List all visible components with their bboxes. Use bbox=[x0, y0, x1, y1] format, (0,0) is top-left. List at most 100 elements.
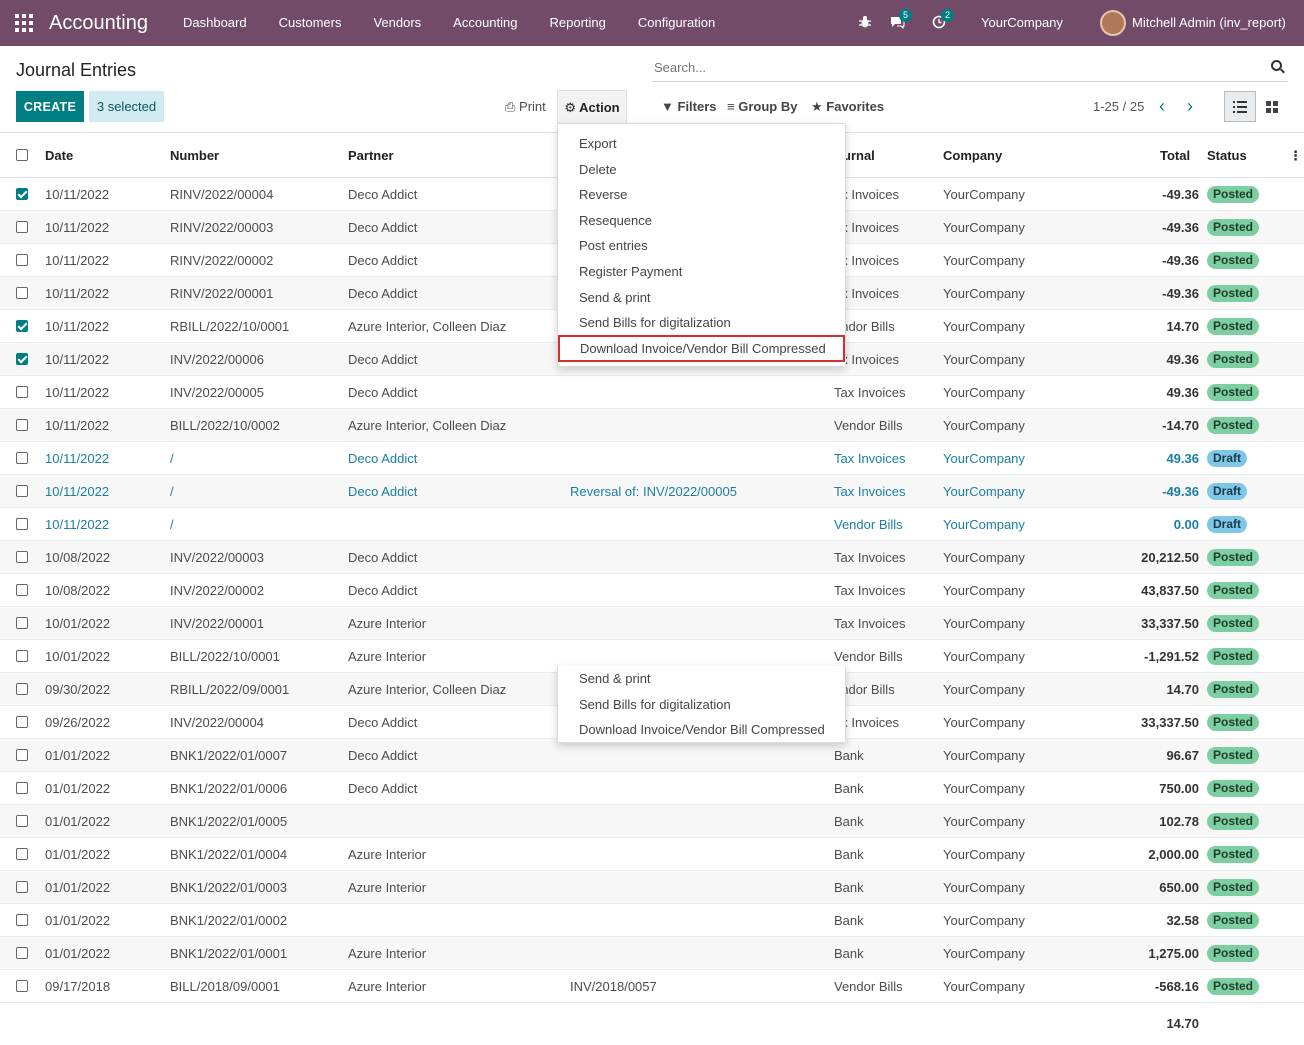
row-checkbox[interactable] bbox=[16, 452, 28, 464]
col-partner[interactable]: Partner bbox=[348, 133, 394, 179]
table-row[interactable]: 10/11/2022 INV/2022/00005 Deco Addict Tax I… bbox=[0, 376, 1304, 409]
search-input[interactable] bbox=[652, 54, 1252, 80]
row-checkbox[interactable] bbox=[16, 551, 28, 563]
search-icon[interactable] bbox=[1271, 60, 1282, 71]
menu-item-reverse[interactable]: Reverse bbox=[558, 182, 845, 208]
user-avatar[interactable] bbox=[1100, 10, 1126, 36]
app-brand[interactable]: Accounting bbox=[49, 10, 148, 36]
row-checkbox[interactable] bbox=[16, 617, 28, 629]
menu-dashboard[interactable]: Dashboard bbox=[167, 0, 263, 46]
row-checkbox[interactable] bbox=[16, 947, 28, 959]
menu-item-send-print[interactable]: Send & print bbox=[558, 285, 845, 311]
table-row[interactable]: 01/01/2022 BNK1/2022/01/0003 Azure Interio… bbox=[0, 871, 1304, 904]
cell-partner: Deco Addict bbox=[348, 451, 418, 466]
col-company[interactable]: Company bbox=[943, 133, 1002, 179]
row-checkbox[interactable] bbox=[16, 320, 28, 332]
menu-item-send-bills[interactable]: Send Bills for digitalization bbox=[558, 310, 845, 336]
cell-date: 10/08/2022 bbox=[45, 583, 111, 598]
menu-item-register-payment[interactable]: Register Payment bbox=[558, 259, 845, 285]
activity-clock-icon[interactable]: 2 bbox=[932, 9, 954, 31]
table-row[interactable]: 01/01/2022 BNK1/2022/01/0001 Azure Interio… bbox=[0, 937, 1304, 970]
menu-item-export[interactable]: Export bbox=[558, 131, 845, 157]
row-checkbox[interactable] bbox=[16, 914, 28, 926]
cell-number: INV/2022/00002 bbox=[170, 583, 264, 598]
row-checkbox[interactable] bbox=[16, 254, 28, 266]
chat-icon[interactable]: 5 bbox=[890, 9, 912, 31]
col-number[interactable]: Number bbox=[170, 133, 219, 179]
filters-button[interactable]: ▼ Filters bbox=[661, 91, 717, 122]
row-checkbox[interactable] bbox=[16, 683, 28, 695]
menu-vendors[interactable]: Vendors bbox=[357, 0, 437, 46]
cell-number: INV/2022/00001 bbox=[170, 616, 264, 631]
cell-journal: Vendor Bills bbox=[834, 979, 903, 994]
chevron-right-icon[interactable]: › bbox=[1187, 91, 1193, 122]
row-checkbox[interactable] bbox=[16, 584, 28, 596]
table-row[interactable]: 10/08/2022 INV/2022/00003 Deco Addict Tax I… bbox=[0, 541, 1304, 574]
row-checkbox[interactable] bbox=[16, 716, 28, 728]
table-row[interactable]: 10/01/2022 INV/2022/00001 Azure Interior Ta… bbox=[0, 607, 1304, 640]
row-checkbox[interactable] bbox=[16, 650, 28, 662]
company-switcher[interactable]: YourCompany bbox=[981, 0, 1063, 46]
select-all-checkbox[interactable] bbox=[16, 149, 28, 161]
col-journal[interactable]: urnal bbox=[843, 133, 875, 179]
cell-number: / bbox=[170, 451, 174, 466]
row-checkbox[interactable] bbox=[16, 815, 28, 827]
row-checkbox[interactable] bbox=[16, 353, 28, 365]
cell-date: 10/11/2022 bbox=[45, 484, 110, 499]
table-row[interactable]: 10/11/2022 / Vendor Bills YourCompany 0.00 Dr… bbox=[0, 508, 1304, 541]
favorites-button[interactable]: ★ Favorites bbox=[811, 91, 884, 122]
list-view-button[interactable] bbox=[1224, 91, 1256, 122]
create-button[interactable]: CREATE bbox=[16, 91, 84, 122]
cell-company: YourCompany bbox=[943, 913, 1025, 928]
row-checkbox[interactable] bbox=[16, 221, 28, 233]
chevron-left-icon[interactable]: ‹ bbox=[1159, 91, 1165, 122]
menu-accounting[interactable]: Accounting bbox=[437, 0, 533, 46]
table-row[interactable]: 01/01/2022 BNK1/2022/01/0002 Bank YourCompa… bbox=[0, 904, 1304, 937]
menu-configuration[interactable]: Configuration bbox=[622, 0, 731, 46]
apps-menu-icon[interactable] bbox=[15, 14, 33, 32]
row-checkbox[interactable] bbox=[16, 188, 28, 200]
col-status[interactable]: Status bbox=[1207, 133, 1247, 179]
menu-item-download-compressed[interactable]: Download Invoice/Vendor Bill Compressed bbox=[558, 334, 845, 363]
row-checkbox[interactable] bbox=[16, 287, 28, 299]
action-menu-ghost: Send & print Send Bills for digitalizati… bbox=[557, 666, 846, 743]
print-button[interactable]: ⎙ Print bbox=[505, 91, 546, 122]
action-button[interactable]: ⚙ Action bbox=[557, 90, 627, 123]
row-checkbox[interactable] bbox=[16, 749, 28, 761]
table-row[interactable]: 01/01/2022 BNK1/2022/01/0006 Deco Addict Ba… bbox=[0, 772, 1304, 805]
table-row[interactable]: 01/01/2022 BNK1/2022/01/0007 Deco Addict Ba… bbox=[0, 739, 1304, 772]
table-row[interactable]: 01/01/2022 BNK1/2022/01/0005 Bank YourCompa… bbox=[0, 805, 1304, 838]
menu-item-delete[interactable]: Delete bbox=[558, 157, 845, 183]
row-checkbox[interactable] bbox=[16, 881, 28, 893]
bug-icon[interactable] bbox=[858, 15, 874, 31]
table-row[interactable]: 10/08/2022 INV/2022/00002 Deco Addict Tax I… bbox=[0, 574, 1304, 607]
cell-partner: Azure Interior bbox=[348, 946, 427, 961]
optional-columns-icon[interactable]: ⋮ bbox=[1289, 133, 1302, 179]
row-checkbox[interactable] bbox=[16, 782, 28, 794]
row-checkbox[interactable] bbox=[16, 848, 28, 860]
row-checkbox[interactable] bbox=[16, 419, 28, 431]
cell-total: 33,337.50 bbox=[1141, 715, 1199, 730]
group-by-button[interactable]: ≡ Group By bbox=[727, 91, 797, 122]
col-total[interactable]: Total bbox=[1160, 133, 1190, 179]
row-checkbox[interactable] bbox=[16, 386, 28, 398]
menu-item-post-entries[interactable]: Post entries bbox=[558, 233, 845, 259]
menu-customers[interactable]: Customers bbox=[263, 0, 358, 46]
cell-reference: INV/2018/0057 bbox=[570, 979, 657, 994]
selected-count[interactable]: 3 selected bbox=[89, 91, 164, 122]
cell-number: INV/2022/00006 bbox=[170, 352, 264, 367]
menu-reporting[interactable]: Reporting bbox=[534, 0, 622, 46]
table-row[interactable]: 09/17/2018 BILL/2018/09/0001 Azure Interio… bbox=[0, 970, 1304, 1003]
menu-item-resequence[interactable]: Resequence bbox=[558, 208, 845, 234]
row-checkbox[interactable] bbox=[16, 485, 28, 497]
table-row[interactable]: 10/11/2022 BILL/2022/10/0002 Azure Interio… bbox=[0, 409, 1304, 442]
col-date[interactable]: Date bbox=[45, 133, 73, 179]
kanban-view-button[interactable] bbox=[1256, 91, 1288, 122]
row-checkbox[interactable] bbox=[16, 980, 28, 992]
table-row[interactable]: 10/11/2022 / Deco Addict Reversal of: INV/2… bbox=[0, 475, 1304, 508]
pager-value[interactable]: 1-25 / 25 bbox=[1093, 91, 1144, 122]
table-row[interactable]: 10/11/2022 / Deco Addict Tax Invoices YourCo… bbox=[0, 442, 1304, 475]
row-checkbox[interactable] bbox=[16, 518, 28, 530]
user-menu[interactable]: Mitchell Admin (inv_report) bbox=[1132, 0, 1286, 46]
table-row[interactable]: 01/01/2022 BNK1/2022/01/0004 Azure Interio… bbox=[0, 838, 1304, 871]
